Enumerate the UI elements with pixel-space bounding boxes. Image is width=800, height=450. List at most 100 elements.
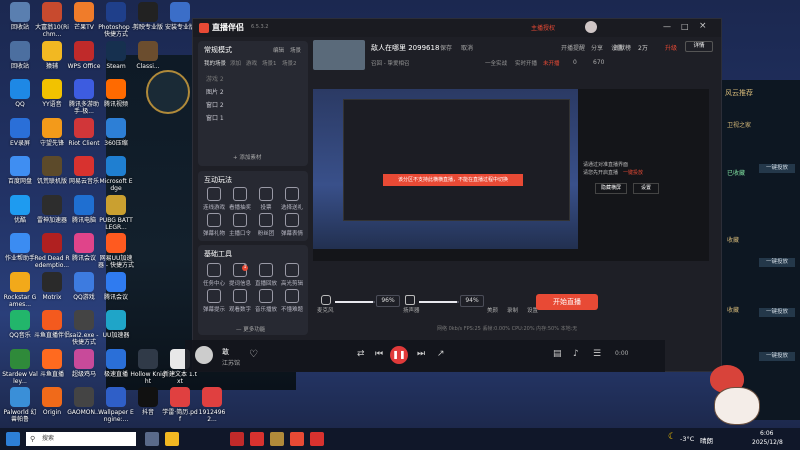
desktop-icon[interactable]: QQ音乐 (2, 310, 38, 339)
source-item[interactable]: 游戏 2 (206, 74, 296, 83)
desktop-icon[interactable]: 腾讯会议 (66, 233, 102, 262)
desktop-icon[interactable]: 芒果TV (66, 2, 102, 31)
close-icon[interactable]: × (699, 21, 707, 31)
desktop-icon[interactable]: 超级鸡马 (66, 348, 102, 378)
contribution-label[interactable]: 贡献榜 (613, 43, 631, 52)
tool-button[interactable]: 观看数字 (228, 289, 252, 313)
wps-taskbar-icon[interactable] (230, 432, 244, 446)
desktop-icon[interactable]: 作业帮助手 (2, 233, 38, 262)
desktop-icon[interactable]: 腾讯会议 (98, 271, 134, 301)
share-link[interactable]: 分享 (591, 43, 603, 52)
save-button[interactable]: 保存 (440, 43, 452, 52)
desktop-icon[interactable]: 腾讯电脑 (66, 194, 102, 224)
room-title[interactable]: 敌人在哪里 2099618 (371, 43, 439, 53)
live-reminder-link[interactable]: 开播提醒 (561, 43, 585, 52)
source-item[interactable]: 窗口 1 (206, 113, 296, 122)
room-cover-thumbnail[interactable] (313, 40, 365, 70)
desktop-icon[interactable]: 斗鱼直播 (34, 348, 70, 378)
previous-icon[interactable]: ⏮ (375, 349, 383, 359)
category-label[interactable]: 召回 - 挚爱相召 (371, 59, 409, 67)
desktop-icon[interactable]: Origin (34, 387, 70, 416)
desktop-icon[interactable]: Photoshop - 快捷方式 (98, 2, 134, 38)
desktop-icon[interactable]: PUBG BATTLEGR... (98, 194, 134, 231)
right-panel-btn-1[interactable]: 一键投放 (759, 164, 795, 173)
scene-mode-label[interactable]: 常规模式 (204, 45, 232, 55)
source-item[interactable]: 窗口 2 (206, 100, 296, 109)
desktop-icon[interactable]: 雷神加速器 (34, 194, 70, 224)
desktop-icon[interactable]: QQ游戏 (66, 271, 102, 301)
tool-button[interactable]: 连线游戏 (202, 187, 226, 211)
tool-button[interactable]: 弹幕礼物 (202, 213, 226, 237)
overlay-settings-button[interactable]: 设置 (633, 183, 659, 194)
tool-button[interactable]: 弹幕提示 (202, 289, 226, 313)
pause-icon[interactable]: ❚❚ (390, 346, 408, 364)
desktop-icon[interactable]: EV录屏 (2, 117, 38, 147)
tab-my-scenes[interactable]: 我的场景 (204, 59, 226, 67)
shuffle-icon[interactable]: ⇄ (357, 349, 365, 359)
tool-button[interactable]: 提词信息 (228, 263, 252, 287)
desktop-icon[interactable]: WPS Office (66, 40, 102, 70)
desktop-icon[interactable]: 360压缩 (98, 117, 134, 147)
desktop-icon[interactable]: 回收站 (2, 2, 38, 31)
mic-volume-value[interactable]: 96% (376, 295, 400, 307)
tab-scene-1[interactable]: 场景1 (262, 59, 277, 67)
start-menu-icon[interactable] (6, 432, 20, 446)
tool-button[interactable]: 弹幕表情 (280, 213, 304, 237)
tool-button[interactable]: 直播回放 (254, 263, 278, 287)
desktop-icon[interactable]: Microsoft Edge (98, 156, 134, 192)
speaker-icon[interactable] (405, 295, 415, 305)
desktop-icon[interactable]: 19124962... (194, 387, 230, 423)
tool-button[interactable]: 看播抽奖 (228, 187, 252, 211)
tool-button[interactable]: 选择送礼 (280, 187, 304, 211)
start-stream-button[interactable]: 开始直播 (536, 294, 598, 310)
netease-music-taskbar-icon[interactable] (250, 432, 264, 446)
desktop-icon[interactable]: 守望先锋 (34, 117, 70, 147)
desktop-icon[interactable]: 网易云音乐 (66, 156, 102, 185)
desktop-icon[interactable]: 剪映专业版 (130, 2, 166, 31)
authorize-link[interactable]: 主播授权 (531, 23, 555, 32)
speaker-volume-value[interactable]: 94% (460, 295, 484, 307)
clock-time[interactable]: 6:06 (760, 430, 773, 437)
maximize-icon[interactable]: □ (681, 22, 689, 31)
desktop-icon[interactable]: 腾讯视频 (98, 79, 134, 108)
details-button[interactable]: 详情 (685, 41, 713, 52)
speaker-volume-slider[interactable] (419, 301, 459, 303)
next-icon[interactable]: ⏭ (417, 349, 425, 359)
desktop-icon[interactable]: 腾讯多游助手-极... (66, 79, 102, 115)
music-player-taskbar-icon[interactable] (310, 432, 324, 446)
desktop-icon[interactable]: 抖音 (130, 387, 166, 416)
upgrade-link[interactable]: 升级 (665, 43, 677, 52)
desktop-icon[interactable]: 斗鱼直播伴侣 (34, 310, 70, 339)
album-art[interactable] (195, 346, 213, 364)
desktop-icon[interactable]: sai2.exe - 快捷方式 (66, 310, 102, 346)
desktop-icon[interactable]: Red Dead Redemptio... (34, 233, 70, 269)
tab-game[interactable]: 游戏 (246, 59, 257, 67)
share-icon[interactable]: ↗ (437, 349, 445, 359)
desktop-icon[interactable]: 饥荒联机版 (34, 156, 70, 185)
desktop-icon[interactable]: 大富翁10(Richm... (34, 2, 70, 38)
desktop-icon[interactable]: Stardew Valley... (2, 348, 38, 385)
tool-button[interactable]: 粉丝团 (254, 213, 278, 237)
source-item[interactable]: 图片 2 (206, 87, 296, 96)
microphone-icon[interactable] (321, 295, 331, 305)
edit-scene-button[interactable]: 编辑 (273, 46, 284, 54)
tool-button[interactable]: 不懂难题 (280, 289, 304, 313)
tool-button[interactable]: 任务中心 (202, 263, 226, 287)
desktop-icon[interactable]: UU加速器 (98, 310, 134, 339)
overlay-link[interactable]: 一键投放 (623, 169, 643, 176)
playlist-icon[interactable]: ☰ (593, 349, 601, 359)
mic-volume-slider[interactable] (335, 301, 375, 303)
tool-button[interactable]: 高光剪辑 (280, 263, 304, 287)
right-panel-btn-4[interactable]: 一键投放 (759, 352, 795, 361)
desktop-icon[interactable]: Motrix (34, 271, 70, 301)
desktop-icon[interactable]: Palworld 幻兽帕鲁 (2, 387, 38, 423)
avatar[interactable] (585, 21, 597, 33)
desktop-icon[interactable]: QQ (2, 79, 38, 108)
desktop-icon[interactable]: Rockstar Games... (2, 271, 38, 308)
more-functions-button[interactable]: — 更多功能 (236, 325, 265, 333)
desktop-icon[interactable]: Wallpaper Engine:... (98, 387, 134, 423)
beauty-label[interactable]: 美颜 (487, 306, 498, 314)
desktop-icon[interactable]: Steam (98, 40, 134, 70)
minimize-icon[interactable]: — (663, 22, 671, 31)
league-client-taskbar-icon[interactable] (270, 432, 284, 446)
